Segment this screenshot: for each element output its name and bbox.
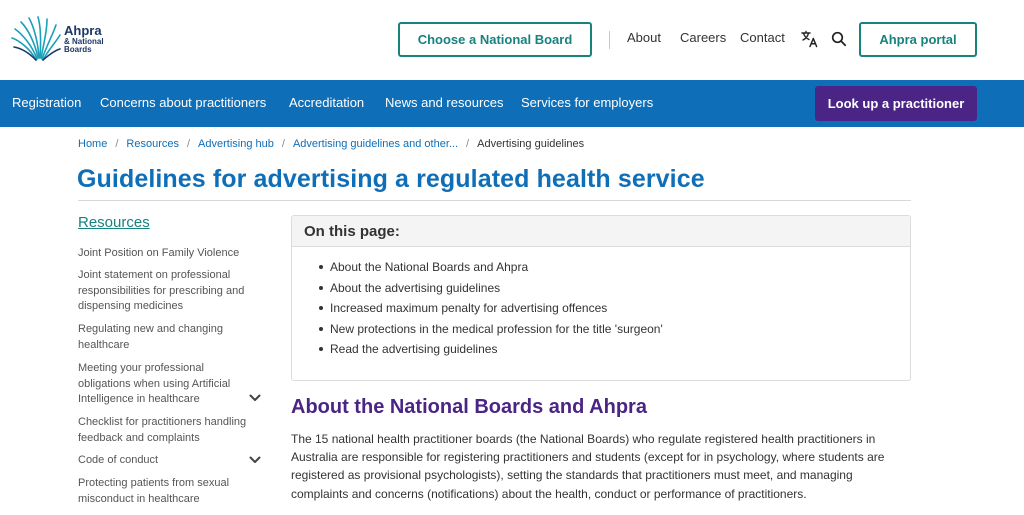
- breadcrumb-separator: /: [281, 138, 285, 150]
- nav-about[interactable]: About: [627, 30, 661, 45]
- sidebar-item-sexual-misconduct[interactable]: Protecting patients from sexual miscondu…: [78, 476, 256, 507]
- breadcrumb-separator: /: [466, 138, 470, 150]
- translate-icon[interactable]: [800, 29, 820, 49]
- sidebar-item-code-of-conduct[interactable]: Code of conduct: [78, 453, 256, 469]
- nav-careers[interactable]: Careers: [680, 30, 726, 45]
- on-this-page-box: On this page: About the National Boards …: [291, 215, 911, 381]
- sidebar-item-family-violence[interactable]: Joint Position on Family Violence: [78, 246, 256, 262]
- breadcrumb-advertising-hub[interactable]: Advertising hub: [198, 138, 274, 150]
- ahpra-portal-button[interactable]: Ahpra portal: [859, 22, 977, 57]
- on-this-page-list: About the National Boards and Ahpra Abou…: [292, 247, 910, 362]
- sidebar-item-artificial-intelligence[interactable]: Meeting your professional obligations wh…: [78, 361, 256, 408]
- ahpra-logo[interactable]: Ahpra & National Boards: [10, 14, 120, 64]
- breadcrumb-home[interactable]: Home: [78, 138, 107, 150]
- nav-registration[interactable]: Registration: [12, 95, 81, 110]
- toc-link-increased-penalty[interactable]: Increased maximum penalty for advertisin…: [319, 300, 910, 321]
- title-divider: [78, 200, 911, 201]
- breadcrumb-advertising-guidelines-and-other[interactable]: Advertising guidelines and other...: [293, 138, 458, 150]
- site-header: Ahpra & National Boards Choose a Nationa…: [0, 0, 1024, 80]
- chevron-down-icon[interactable]: [248, 391, 262, 405]
- sidebar-item-regulating-new-healthcare[interactable]: Regulating new and changing healthcare: [78, 322, 256, 353]
- sidebar-item-joint-statement-prescribing[interactable]: Joint statement on professional responsi…: [78, 268, 256, 315]
- section-heading: About the National Boards and Ahpra: [291, 396, 647, 418]
- search-icon[interactable]: [829, 29, 849, 49]
- on-this-page-heading: On this page:: [292, 216, 910, 247]
- choose-national-board-button[interactable]: Choose a National Board: [398, 22, 592, 57]
- sidebar-item-handling-feedback-checklist[interactable]: Checklist for practitioners handling fee…: [78, 415, 256, 446]
- breadcrumb: Home / Resources / Advertising hub / Adv…: [78, 138, 584, 150]
- header-divider: [609, 31, 610, 49]
- ahpra-logo-icon: [11, 16, 61, 61]
- nav-contact[interactable]: Contact: [740, 30, 785, 45]
- breadcrumb-resources[interactable]: Resources: [126, 138, 179, 150]
- toc-link-surgeon-title[interactable]: New protections in the medical professio…: [319, 321, 910, 342]
- section-paragraph: The 15 national health practitioner boar…: [291, 432, 885, 501]
- chevron-down-icon[interactable]: [248, 453, 262, 467]
- nav-news-and-resources[interactable]: News and resources: [385, 95, 504, 110]
- breadcrumb-separator: /: [186, 138, 191, 150]
- sidebar-heading-resources[interactable]: Resources: [78, 214, 150, 231]
- page-title: Guidelines for advertising a regulated h…: [77, 165, 705, 193]
- toc-link-read-guidelines[interactable]: Read the advertising guidelines: [319, 341, 910, 362]
- logo-line3: Boards: [64, 45, 92, 54]
- nav-accreditation[interactable]: Accreditation: [289, 95, 364, 110]
- nav-concerns-about-practitioners[interactable]: Concerns about practitioners: [100, 95, 266, 110]
- breadcrumb-separator: /: [115, 138, 119, 150]
- logo-name: Ahpra: [64, 23, 102, 38]
- nav-services-for-employers[interactable]: Services for employers: [521, 95, 653, 110]
- toc-link-about-advertising-guidelines[interactable]: About the advertising guidelines: [319, 280, 910, 301]
- toc-link-about-national-boards[interactable]: About the National Boards and Ahpra: [319, 259, 910, 280]
- look-up-practitioner-button[interactable]: Look up a practitioner: [815, 86, 977, 121]
- breadcrumb-current: Advertising guidelines: [477, 138, 585, 150]
